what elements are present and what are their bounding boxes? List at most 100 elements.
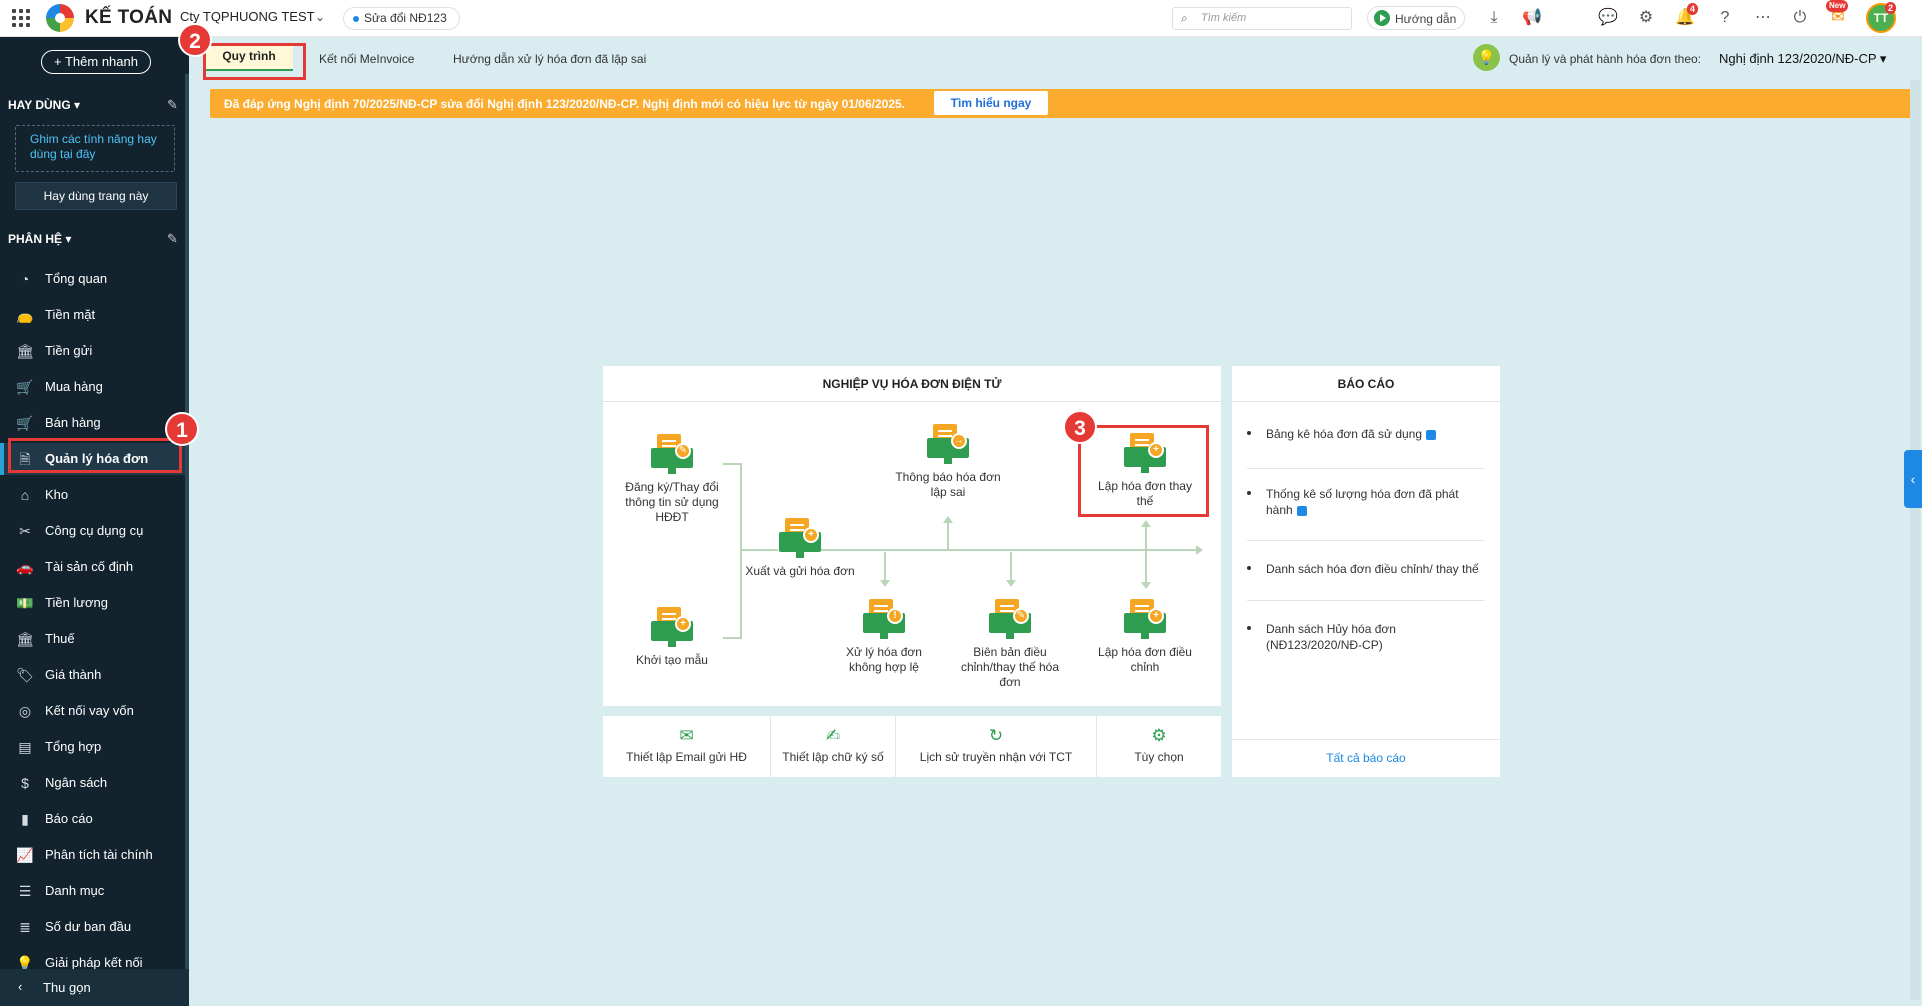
node-notify-error[interactable]: → Thông báo hóa đơn lập sai xyxy=(893,424,1003,500)
tab-meinvoice[interactable]: Kết nối MeInvoice xyxy=(319,52,414,66)
sidebar-item[interactable]: ≣ Số dư ban đầu xyxy=(0,911,189,943)
connector xyxy=(740,463,742,639)
invoice-warning-icon: ! xyxy=(863,599,905,639)
invoice-monitor-icon: + xyxy=(651,607,693,647)
node-issue-send[interactable]: + Xuất và gửi hóa đơn xyxy=(745,518,855,579)
node-create-template[interactable]: + Khởi tạo mẫu xyxy=(617,607,727,668)
sidebar-item[interactable]: 👝 Tiền mặt xyxy=(0,299,189,331)
notification-badge: 4 xyxy=(1687,3,1699,15)
signature-icon: ✍ xyxy=(825,726,841,745)
node-invalid[interactable]: ! Xử lý hóa đơn không hợp lệ xyxy=(829,599,939,675)
sidebar-item[interactable]: ⌂ Kho xyxy=(0,479,189,511)
annotation-number-2: 2 xyxy=(178,23,212,57)
sidebar-item[interactable]: ◎ Kết nối vay vốn xyxy=(0,695,189,727)
connector xyxy=(884,552,886,582)
decree-change-pill[interactable]: Sửa đổi NĐ123 xyxy=(343,7,460,30)
learn-more-button[interactable]: Tìm hiểu ngay xyxy=(934,91,1048,115)
sidebar-item[interactable]: ▮ Báo cáo xyxy=(0,803,189,835)
app-grid-icon[interactable] xyxy=(12,9,30,27)
notice-text: Đã đáp ứng Nghị định 70/2025/NĐ-CP sửa đ… xyxy=(224,97,906,111)
sidebar-item-label: Tổng quan xyxy=(45,271,108,286)
sidebar-item[interactable]: ☰ Danh mục xyxy=(0,875,189,907)
loan-icon: ◎ xyxy=(18,703,32,719)
collapse-sidebar-button[interactable]: ‹ Thu gọn xyxy=(0,969,189,1006)
sidebar-item[interactable]: ◔ Tổng quan xyxy=(0,263,189,295)
sidebar-item[interactable]: 🏷 Giá thành xyxy=(0,659,189,691)
modules-heading[interactable]: PHÂN HỆ ▾ xyxy=(8,232,71,246)
chat-icon[interactable]: 💬 xyxy=(1596,6,1620,30)
sidebar-item[interactable]: ▤ Tổng hợp xyxy=(0,731,189,763)
megaphone-icon[interactable]: 📢 xyxy=(1520,6,1544,30)
cart-icon: 🛒 xyxy=(16,379,34,395)
report-item[interactable]: Danh sách hóa đơn điều chỉnh/ thay thế xyxy=(1247,561,1485,601)
notice-banner: Đã đáp ứng Nghị định 70/2025/NĐ-CP sửa đ… xyxy=(210,89,1912,118)
sidebar-item-label: Mua hàng xyxy=(45,379,103,394)
sidebar-item-label: Bán hàng xyxy=(45,415,101,430)
report-item[interactable]: Bảng kê hóa đơn đã sử dụng xyxy=(1247,426,1485,469)
tab-error-guide[interactable]: Hướng dẫn xử lý hóa đơn đã lập sai xyxy=(453,52,646,66)
money-bag-icon: 👝 xyxy=(16,307,34,323)
sidebar-item[interactable]: 💵 Tiền lương xyxy=(0,587,189,619)
sidebar-item[interactable]: ✂ Công cụ dụng cụ xyxy=(0,515,189,547)
node-register[interactable]: ✎ Đăng ký/Thay đổi thông tin sử dụng HĐĐ… xyxy=(617,434,727,525)
company-selector[interactable]: Cty TQPHUONG TEST xyxy=(180,9,315,24)
options-button[interactable]: ⚙ Tùy chọn xyxy=(1097,716,1221,777)
sidebar-item-label: Giải pháp kết nối xyxy=(45,955,143,970)
sidebar-item-label: Tiền lương xyxy=(45,595,108,610)
setting-label: Tùy chọn xyxy=(1134,750,1184,764)
issue-mode-label: Quản lý và phát hành hóa đơn theo: xyxy=(1509,52,1702,66)
node-minutes[interactable]: ✎ Biên bản điều chỉnh/thay thế hóa đơn xyxy=(955,599,1065,690)
gauge-icon: ◔ xyxy=(20,271,30,287)
setting-label: Thiết lập chữ ký số xyxy=(782,750,884,764)
top-bar: KẾ TOÁN Cty TQPHUONG TEST ⌄ Sửa đổi NĐ12… xyxy=(0,0,1922,37)
sidebar-scrollbar[interactable] xyxy=(185,74,189,969)
decree-selector[interactable]: Nghị định 123/2020/NĐ-CP ▾ xyxy=(1719,51,1886,67)
sidebar-item-label: Phân tích tài chính xyxy=(45,847,153,862)
sidebar-item-label: Kết nối vay vốn xyxy=(45,703,134,718)
invoice-monitor-icon: + xyxy=(1124,599,1166,639)
payroll-icon: 💵 xyxy=(16,595,34,611)
annotation-box-1 xyxy=(8,438,182,473)
connector xyxy=(947,521,949,549)
page-scrollbar[interactable] xyxy=(1910,80,1920,1000)
transmission-history-button[interactable]: ↻ Lịch sử truyền nhận với TCT xyxy=(896,716,1097,777)
sidebar-item[interactable]: 🛒 Bán hàng xyxy=(0,407,189,439)
favorites-heading[interactable]: HAY DÙNG ▾ xyxy=(8,98,80,112)
quick-add-button[interactable]: + Thêm nhanh xyxy=(41,50,151,74)
chevron-left-icon[interactable]: ‹ xyxy=(1904,450,1922,508)
invoice-monitor-icon: ✎ xyxy=(651,434,693,474)
setting-label: Lịch sử truyền nhận với TCT xyxy=(919,750,1073,764)
more-icon[interactable]: ⋯ xyxy=(1751,6,1775,30)
edit-pencil-icon[interactable]: ✎ xyxy=(167,97,178,113)
guide-label: Hướng dẫn xyxy=(1395,12,1457,26)
favorite-this-page-button[interactable]: Hay dùng trang này xyxy=(15,182,177,210)
email-settings-button[interactable]: ✉ Thiết lập Email gửi HĐ xyxy=(603,716,771,777)
external-link-icon xyxy=(1296,505,1307,516)
annotation-number-1: 1 xyxy=(165,412,199,446)
play-icon xyxy=(1374,10,1390,26)
history-icon: ↻ xyxy=(988,726,1004,745)
signature-settings-button[interactable]: ✍ Thiết lập chữ ký số xyxy=(771,716,896,777)
node-label: Biên bản điều chỉnh/thay thế hóa đơn xyxy=(960,645,1060,689)
bank-icon: 🏛 xyxy=(16,343,34,359)
guide-button[interactable]: Hướng dẫn xyxy=(1367,6,1465,30)
sidebar-item[interactable]: $ Ngân sách xyxy=(0,767,189,799)
sidebar-item[interactable]: 🚗 Tài sản cố định xyxy=(0,551,189,583)
power-icon[interactable]: ⏻ xyxy=(1788,6,1812,30)
gear-icon[interactable]: ⚙ xyxy=(1634,6,1658,30)
all-reports-link[interactable]: Tất cả báo cáo xyxy=(1326,751,1405,765)
arrow-down-icon xyxy=(1141,582,1151,589)
chevron-down-icon[interactable]: ⌄ xyxy=(315,10,325,24)
edit-pencil-icon[interactable]: ✎ xyxy=(167,231,178,247)
help-icon[interactable]: ? xyxy=(1713,6,1737,30)
sidebar-item[interactable]: 🏛 Tiền gửi xyxy=(0,335,189,367)
report-item[interactable]: Danh sách Hủy hóa đơn (NĐ123/2020/NĐ-CP) xyxy=(1247,621,1485,661)
sidebar-item[interactable]: 🏛 Thuế xyxy=(0,623,189,655)
report-item[interactable]: Thống kê số lượng hóa đơn đã phát hành xyxy=(1247,486,1485,541)
search-input[interactable]: ⌕ Tìm kiếm xyxy=(1172,7,1352,30)
node-adjust[interactable]: + Lập hóa đơn điều chỉnh xyxy=(1090,599,1200,675)
external-link-icon xyxy=(1426,429,1437,440)
download-icon[interactable]: ⤓ xyxy=(1482,6,1506,30)
sidebar-item[interactable]: 🛒 Mua hàng xyxy=(0,371,189,403)
sidebar-item[interactable]: 📈 Phân tích tài chính xyxy=(0,839,189,871)
